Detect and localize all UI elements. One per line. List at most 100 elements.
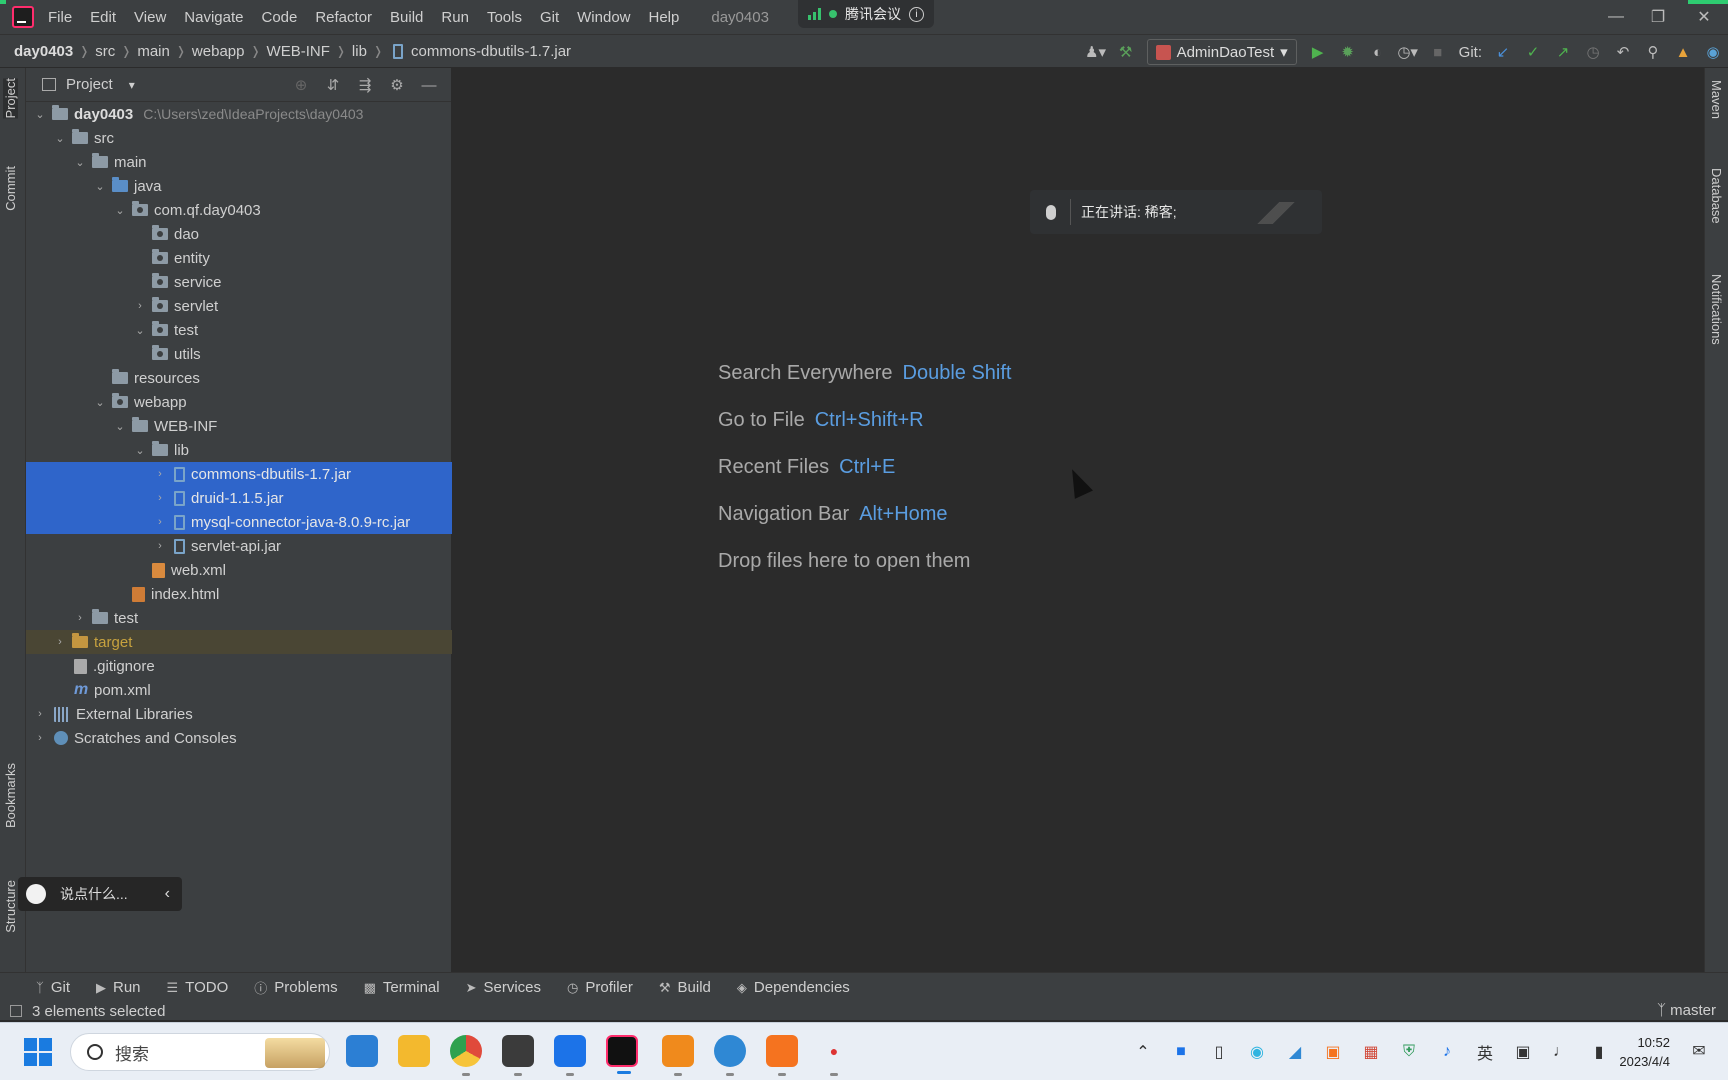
menu-refactor[interactable]: Refactor xyxy=(315,9,372,26)
breadcrumb-item[interactable]: main xyxy=(137,43,170,60)
tree-node[interactable]: ⌄ src xyxy=(26,126,452,150)
vcs-user-icon[interactable]: ♟▾ xyxy=(1081,39,1111,65)
tray-app-icon[interactable]: ▣ xyxy=(1314,1042,1352,1062)
tree-node[interactable]: service xyxy=(26,270,452,294)
breadcrumb-item[interactable]: webapp xyxy=(192,43,245,60)
tree-node[interactable]: › servlet xyxy=(26,294,452,318)
collapse-all-icon[interactable]: ⇶ xyxy=(351,76,379,94)
update-icon[interactable]: ▲ xyxy=(1668,39,1698,65)
menu-navigate[interactable]: Navigate xyxy=(184,9,243,26)
chevron-down-icon[interactable]: ⌄ xyxy=(132,324,148,337)
close-button[interactable]: ✕ xyxy=(1684,4,1724,30)
tree-node[interactable]: .gitignore xyxy=(26,654,452,678)
commit-tool-tab[interactable]: Commit xyxy=(3,166,18,211)
restore-button[interactable]: ❐ xyxy=(1638,4,1678,30)
file-explorer-app-icon[interactable] xyxy=(398,1035,430,1067)
menu-edit[interactable]: Edit xyxy=(90,9,116,26)
chevron-right-icon[interactable]: › xyxy=(152,468,168,480)
tree-node[interactable]: › test xyxy=(26,606,452,630)
tree-node[interactable]: ⌄ WEB-INF xyxy=(26,414,452,438)
tree-node[interactable]: ⌄ com.qf.day0403 xyxy=(26,198,452,222)
sublime-app-icon[interactable] xyxy=(502,1035,534,1076)
editor-area[interactable]: 正在讲话: 稀客; Search Everywhere Double Shift … xyxy=(452,68,1704,972)
security-shield-icon[interactable]: ⛨ xyxy=(1390,1043,1428,1061)
minimize-button[interactable]: — xyxy=(1596,4,1636,30)
tree-node[interactable]: ⌄ java xyxy=(26,174,452,198)
tab-run[interactable]: ▶ Run xyxy=(96,979,141,996)
menu-code[interactable]: Code xyxy=(261,9,297,26)
menu-tools[interactable]: Tools xyxy=(487,9,522,26)
project-view-selector[interactable]: Project xyxy=(66,76,113,93)
tree-node-selected[interactable]: › druid-1.1.5.jar xyxy=(26,486,452,510)
git-branch-widget[interactable]: ᛉ master xyxy=(1657,1002,1716,1019)
tab-services[interactable]: ➤ Services xyxy=(466,979,541,996)
rollback-icon[interactable]: ↶ xyxy=(1608,39,1638,65)
structure-tool-tab[interactable]: Structure xyxy=(3,880,18,933)
battery-icon[interactable]: ▮ xyxy=(1580,1042,1618,1062)
tab-dependencies[interactable]: ◈ Dependencies xyxy=(737,979,850,996)
chevron-right-icon[interactable]: › xyxy=(152,492,168,504)
profile-icon[interactable]: ◷▾ xyxy=(1393,39,1423,65)
menu-build[interactable]: Build xyxy=(390,9,423,26)
chevron-right-icon[interactable]: › xyxy=(52,636,68,648)
chevron-right-icon[interactable]: › xyxy=(132,300,148,312)
chevron-down-icon[interactable]: ⌄ xyxy=(92,396,108,409)
windows-start-icon[interactable] xyxy=(24,1038,52,1066)
menu-window[interactable]: Window xyxy=(577,9,630,26)
gear-icon[interactable]: ⚙ xyxy=(383,76,411,94)
tree-node[interactable]: m pom.xml xyxy=(26,678,452,702)
git-update-icon[interactable]: ↙ xyxy=(1488,39,1518,65)
notification-center-icon[interactable]: ✉ xyxy=(1680,1041,1718,1061)
project-tool-tab[interactable]: Project xyxy=(3,78,18,119)
hint-shortcut[interactable]: Ctrl+Shift+R xyxy=(815,409,924,431)
tree-node[interactable]: ⌄ lib xyxy=(26,438,452,462)
meeting-chat-input[interactable]: 说点什么... ‹ xyxy=(18,877,182,911)
menu-help[interactable]: Help xyxy=(649,9,680,26)
hint-shortcut[interactable]: Ctrl+E xyxy=(839,456,895,478)
bookmarks-tool-tab[interactable]: Bookmarks xyxy=(3,763,18,828)
meeting-tray-icon[interactable]: ■ xyxy=(1162,1043,1200,1061)
run-config-selector[interactable]: AdminDaoTest ▾ xyxy=(1146,39,1297,65)
code-with-me-icon[interactable]: ◉ xyxy=(1698,39,1728,65)
search-icon[interactable]: ⚲ xyxy=(1638,39,1668,65)
tab-git[interactable]: ᛉ Git xyxy=(36,979,70,996)
tree-node[interactable]: utils xyxy=(26,342,452,366)
chevron-right-icon[interactable]: › xyxy=(32,732,48,744)
breadcrumb-item[interactable]: day0403 xyxy=(14,43,73,60)
tree-node[interactable]: index.html xyxy=(26,582,452,606)
tongyi-app-icon[interactable] xyxy=(766,1035,798,1076)
tree-node[interactable]: entity xyxy=(26,246,452,270)
taskbar-search[interactable]: 搜索 xyxy=(70,1033,330,1071)
status-toggle-icon[interactable] xyxy=(10,1005,22,1017)
debug-bug-icon[interactable]: ✹ xyxy=(1333,39,1363,65)
maven-tool-tab[interactable]: Maven xyxy=(1709,80,1724,119)
tab-todo[interactable]: ☰ TODO xyxy=(167,979,229,996)
chevron-up-icon[interactable]: ⌃ xyxy=(1124,1042,1162,1062)
chevron-left-icon[interactable]: ‹ xyxy=(165,885,170,903)
chrome-app-icon[interactable] xyxy=(450,1035,482,1076)
chevron-down-icon[interactable]: ⌄ xyxy=(52,132,68,145)
tree-node[interactable]: ⌄ webapp xyxy=(26,390,452,414)
volume-icon[interactable]: ♩ xyxy=(1542,1043,1580,1061)
menu-view[interactable]: View xyxy=(134,9,166,26)
tray-app-icon[interactable]: ◢ xyxy=(1276,1042,1314,1062)
tree-node[interactable]: › External Libraries xyxy=(26,702,452,726)
hide-icon[interactable]: — xyxy=(415,77,443,94)
tree-node[interactable]: ⌄ main xyxy=(26,150,452,174)
draw-app-icon[interactable] xyxy=(662,1035,694,1076)
tree-node[interactable]: ⌄ test xyxy=(26,318,452,342)
breadcrumb-item[interactable]: WEB-INF xyxy=(267,43,330,60)
tree-node[interactable]: ⌄ day0403 C:\Users\zed\IdeaProjects\day040… xyxy=(26,102,452,126)
database-tool-tab[interactable]: Database xyxy=(1709,168,1724,224)
tab-terminal[interactable]: ▩ Terminal xyxy=(364,979,440,996)
chevron-down-icon[interactable]: ⌄ xyxy=(132,444,148,457)
tencent-meeting-pill[interactable]: 腾讯会议 i xyxy=(798,0,934,28)
expand-all-icon[interactable]: ⇵ xyxy=(319,76,347,94)
git-history-icon[interactable]: ◷ xyxy=(1578,39,1608,65)
microphone-icon[interactable]: ♪ xyxy=(1428,1043,1466,1061)
tree-node-selected[interactable]: › commons-dbutils-1.7.jar xyxy=(26,462,452,486)
chevron-right-icon[interactable]: › xyxy=(152,540,168,552)
build-hammer-icon[interactable]: ⚒ xyxy=(1111,39,1141,65)
breadcrumb-item[interactable]: src xyxy=(95,43,115,60)
taskbar-clock[interactable]: 10:52 2023/4/4 xyxy=(1619,1033,1670,1071)
